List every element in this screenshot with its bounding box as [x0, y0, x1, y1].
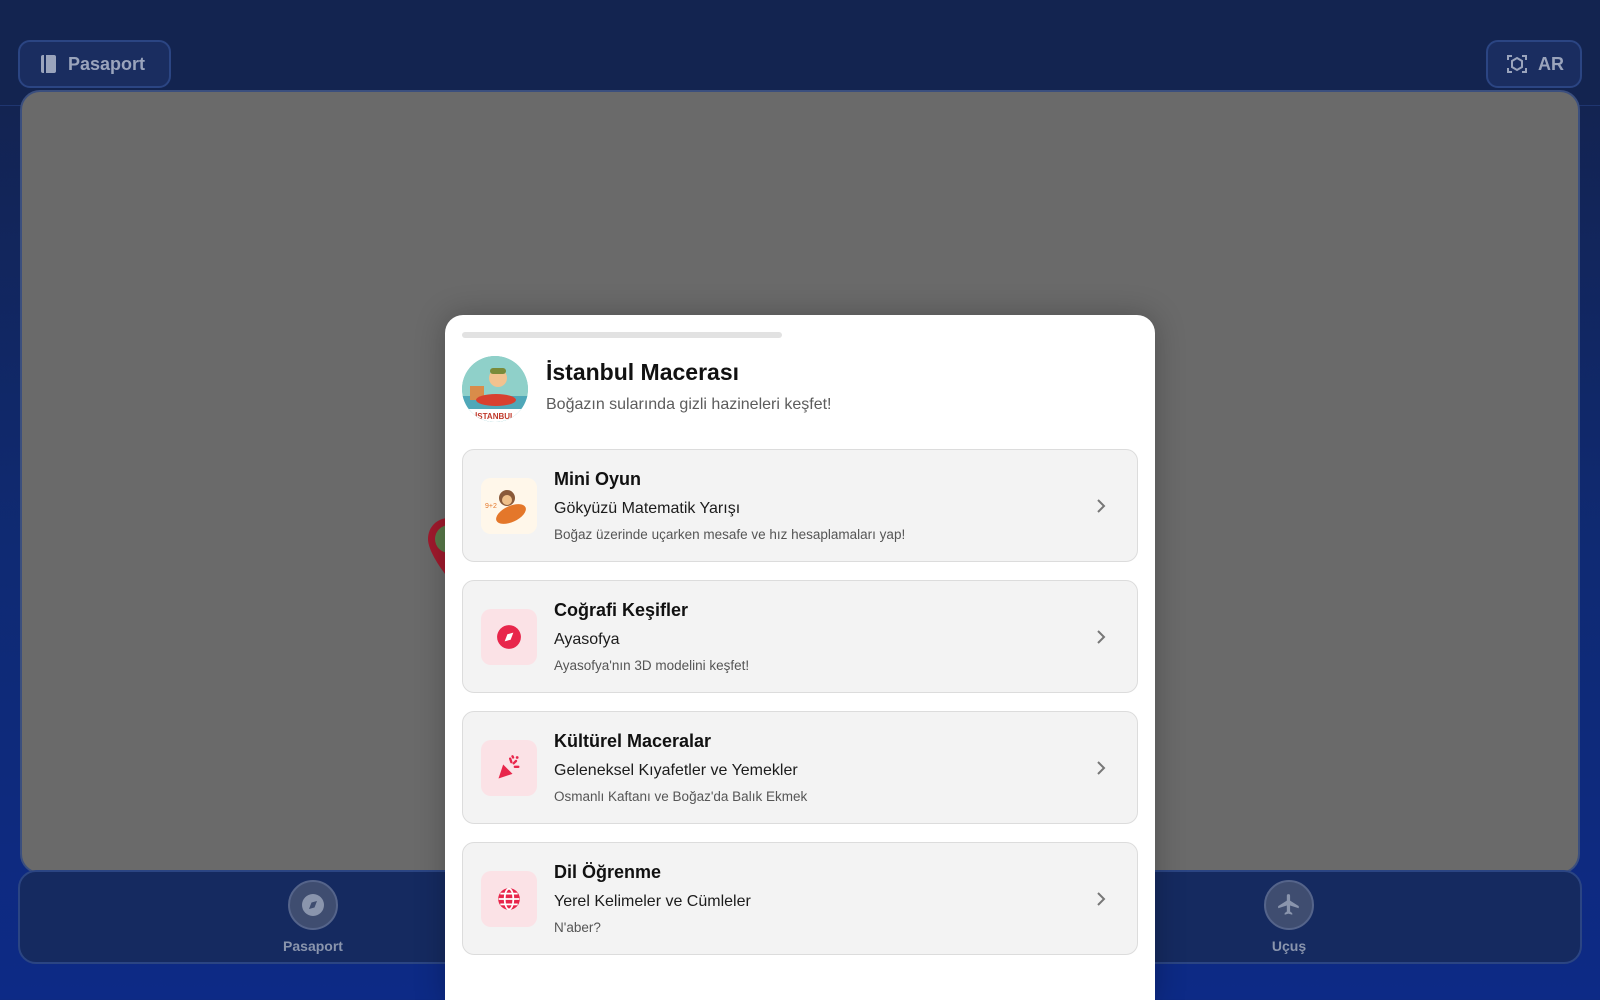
card-category: Kültürel Maceralar	[554, 731, 712, 751]
card-name: Gökyüzü Matematik Yarışı	[554, 500, 741, 517]
compass-icon	[481, 608, 537, 665]
party-popper-icon	[481, 739, 537, 796]
card-category: Coğrafi Keşifler	[554, 600, 689, 620]
card-mini-game[interactable]: 9+2 Mini Oyun Gökyüzü Matematik Yarışı B…	[462, 449, 1138, 562]
passport-book-icon	[41, 55, 56, 73]
drag-handle[interactable]	[462, 332, 782, 338]
globe-icon	[481, 870, 537, 927]
airplane-icon	[1264, 880, 1314, 930]
ar-button-label: AR	[1538, 53, 1564, 74]
card-description: Ayasofya'nın 3D modelini keşfet!	[554, 658, 750, 673]
sheet-title: İstanbul Macerası	[546, 358, 740, 385]
card-description: Boğaz üzerinde uçarken mesafe ve hız hes…	[554, 527, 906, 542]
card-name: Ayasofya	[554, 631, 620, 648]
chevron-right-icon	[1097, 760, 1106, 775]
chevron-right-icon	[1097, 891, 1106, 906]
nav-passport[interactable]: Pasaport	[268, 880, 358, 954]
ar-scan-icon	[1507, 55, 1527, 73]
avatar-badge-text: İSTANBUL	[475, 412, 515, 421]
chevron-right-icon	[1097, 629, 1106, 644]
card-category: Mini Oyun	[554, 469, 641, 489]
sheet-header: İSTANBUL İstanbul Macerası Boğazın sular…	[462, 356, 832, 422]
kid-rocket-math-text: 9+2	[485, 503, 497, 510]
adventure-sheet: İSTANBUL İstanbul Macerası Boğazın sular…	[445, 315, 1155, 1000]
card-description: Osmanlı Kaftanı ve Boğaz'da Balık Ekmek	[554, 789, 808, 804]
card-language[interactable]: Dil Öğrenme Yerel Kelimeler ve Cümleler …	[462, 842, 1138, 955]
card-description: N'aber?	[554, 920, 601, 935]
card-name: Geleneksel Kıyafetler ve Yemekler	[554, 762, 798, 779]
card-category: Dil Öğrenme	[554, 862, 662, 882]
passport-button-label: Pasaport	[68, 53, 146, 74]
card-name: Yerel Kelimeler ve Cümleler	[554, 893, 751, 910]
istanbul-badge-avatar: İSTANBUL	[462, 356, 528, 422]
sheet-subtitle: Boğazın sularında gizli hazineleri keşfe…	[546, 395, 832, 413]
nav-flight[interactable]: Uçuş	[1244, 880, 1334, 954]
ar-button[interactable]: AR	[1486, 40, 1582, 88]
passport-button[interactable]: Pasaport	[18, 40, 171, 88]
compass-icon	[288, 880, 338, 930]
kid-rocket-illustration: 9+2	[481, 477, 537, 534]
nav-flight-label: Uçuş	[1271, 938, 1307, 954]
card-geography[interactable]: Coğrafi Keşifler Ayasofya Ayasofya'nın 3…	[462, 580, 1138, 693]
nav-passport-label: Pasaport	[283, 938, 343, 954]
chevron-right-icon	[1097, 498, 1106, 513]
card-cultural[interactable]: Kültürel Maceralar Geleneksel Kıyafetler…	[462, 711, 1138, 824]
